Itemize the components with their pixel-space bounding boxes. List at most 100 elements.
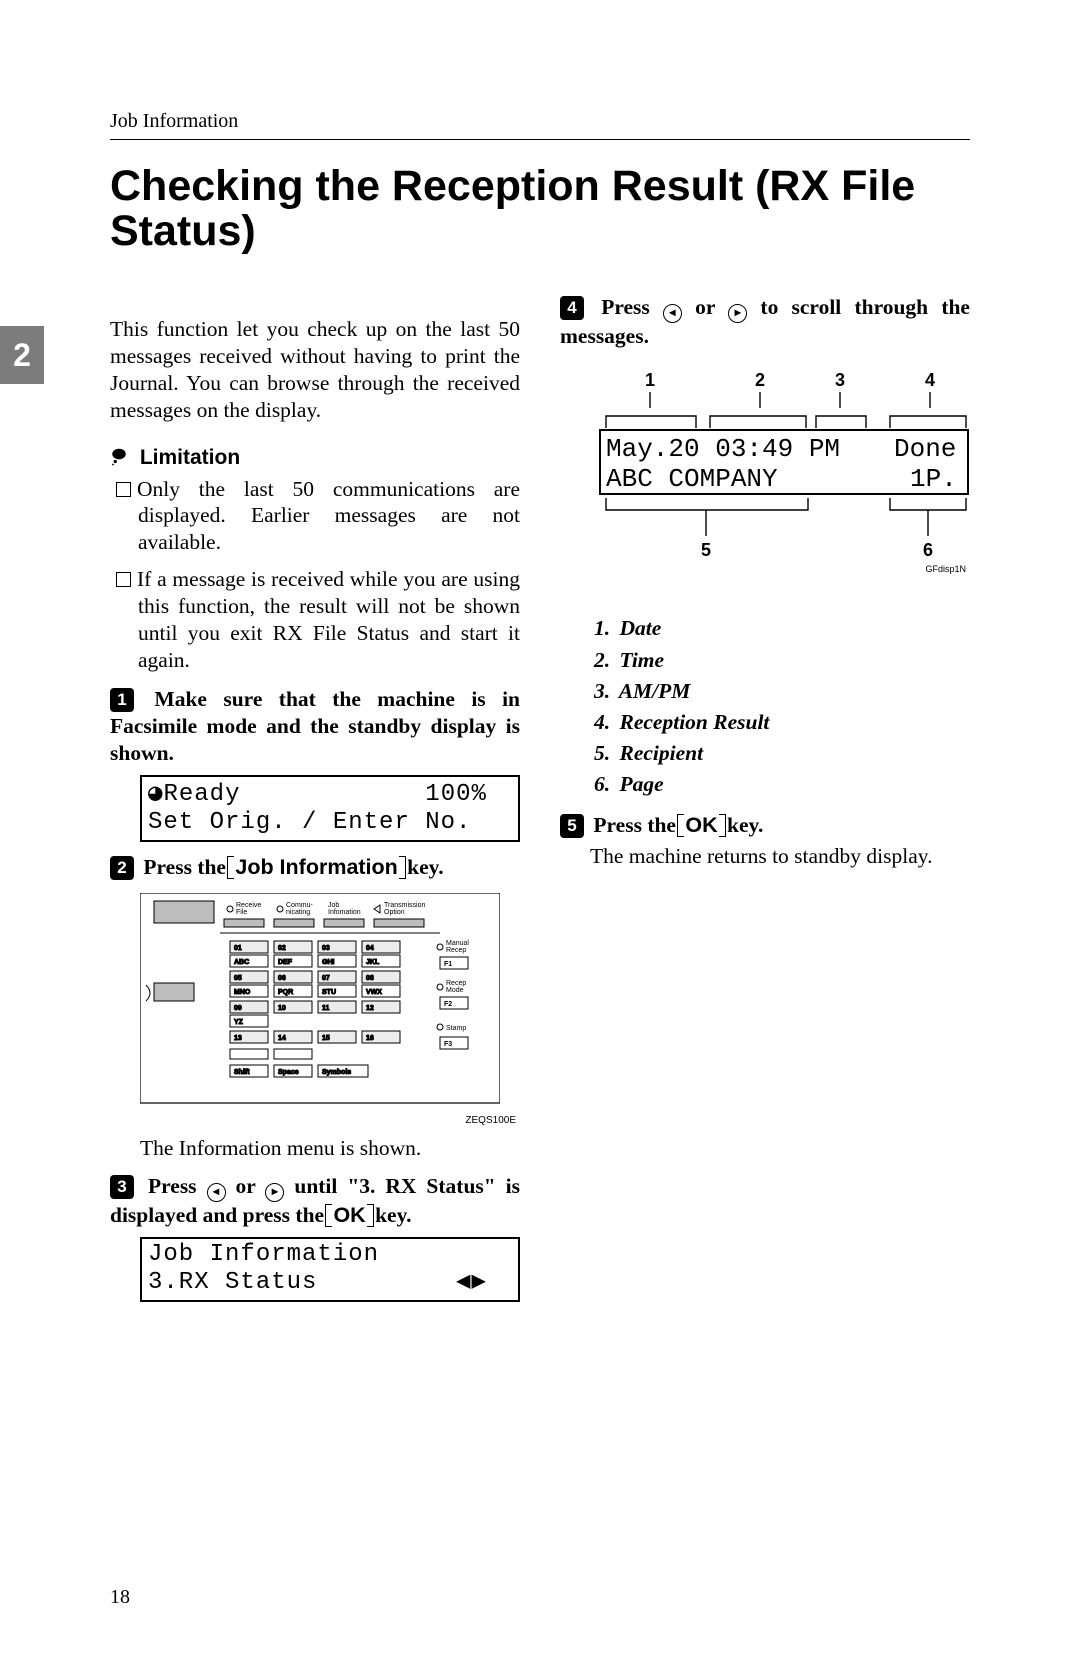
- svg-text:1P.: 1P.: [910, 464, 957, 494]
- svg-text:03: 03: [322, 945, 330, 952]
- left-column: This function let you check up on the la…: [110, 294, 520, 1310]
- step-5: 5 Press the OK key. The machine returns …: [560, 812, 970, 870]
- svg-text:Receive: Receive: [236, 902, 261, 909]
- thought-bubble-icon: [110, 448, 128, 466]
- svg-text:Job: Job: [328, 902, 339, 909]
- right-column: 4 Press ◂ or ▸ to scroll through the mes…: [560, 294, 970, 1310]
- limitation-item: If a message is received while you are u…: [110, 566, 520, 674]
- callout-item: 5. Recipient: [594, 738, 970, 769]
- svg-text:Mode: Mode: [446, 987, 464, 994]
- step-number-badge: 3: [110, 1175, 134, 1199]
- svg-text:GFdisp1N: GFdisp1N: [925, 564, 966, 574]
- callout-label: Date: [620, 616, 662, 640]
- svg-text:GHI: GHI: [322, 959, 335, 966]
- step-4-mid: or: [682, 295, 728, 319]
- svg-text:F2: F2: [444, 1001, 452, 1008]
- svg-text:08: 08: [366, 975, 374, 982]
- bullet-box-icon: [116, 482, 131, 497]
- after-panel-text: The Information menu is shown.: [140, 1136, 520, 1161]
- svg-text:14: 14: [278, 1035, 286, 1042]
- page-title: Checking the Reception Result (RX File S…: [110, 164, 970, 254]
- svg-text:15: 15: [322, 1035, 330, 1042]
- step-3: 3 Press ◂ or ▸ until "3. RX Status" is d…: [110, 1173, 520, 1302]
- svg-text:Space: Space: [278, 1069, 299, 1076]
- lcd-prompt: Set Orig. / Enter No.: [148, 809, 471, 836]
- svg-text:nicating: nicating: [286, 909, 310, 916]
- svg-text:09: 09: [234, 1005, 242, 1012]
- callout-item: 2. Time: [594, 645, 970, 676]
- svg-text:DEF: DEF: [278, 959, 293, 966]
- callout-label: Reception Result: [620, 710, 770, 734]
- svg-text:13: 13: [234, 1035, 242, 1042]
- step-5-prefix: Press the: [593, 813, 681, 837]
- step-5-suffix: key.: [722, 813, 764, 837]
- limitation-list: Only the last 50 communications are disp…: [110, 476, 520, 674]
- bullet-box-icon: [116, 572, 131, 587]
- step-2-prefix: Press the: [143, 855, 231, 879]
- rx-display-figure: 1 2 3 4: [590, 368, 970, 603]
- right-arrow-icon: ▸: [265, 1183, 284, 1202]
- running-head: Job Information: [110, 110, 970, 133]
- lcd-percent: 100%: [425, 781, 487, 808]
- svg-text:Shift: Shift: [234, 1069, 250, 1076]
- svg-text:YZ: YZ: [234, 1019, 244, 1026]
- limitation-label: Limitation: [140, 446, 240, 469]
- svg-text:05: 05: [234, 975, 242, 982]
- svg-text:Symbols: Symbols: [322, 1069, 351, 1076]
- svg-text:Infomation: Infomation: [328, 909, 361, 916]
- step-number-badge: 4: [560, 296, 584, 320]
- step-1-text: Make sure that the machine is in Facsimi…: [110, 687, 520, 765]
- callout-item: 3. AM/PM: [594, 676, 970, 707]
- svg-text:Recep: Recep: [446, 980, 466, 987]
- step-3-part1: Press: [148, 1174, 207, 1198]
- control-panel-figure: ReceiveFile Commu-nicating JobInfomation: [140, 893, 520, 1126]
- step-2: 2 Press the Job Information key. Receive…: [110, 854, 520, 1161]
- step-3-suffix: key.: [370, 1203, 412, 1227]
- svg-text:06: 06: [278, 975, 286, 982]
- callout-list: 1. Date 2. Time 3. AM/PM 4. Reception Re…: [590, 613, 970, 800]
- svg-text:ABC: ABC: [234, 959, 249, 966]
- step-1: 1 Make sure that the machine is in Facsi…: [110, 686, 520, 842]
- figure-code: ZEQS100E: [140, 1115, 516, 1126]
- job-information-key: Job Information: [231, 854, 401, 881]
- lcd-line1: Job Information: [148, 1241, 379, 1268]
- limitation-text: If a message is received while you are u…: [137, 567, 520, 672]
- svg-text:16: 16: [366, 1035, 374, 1042]
- left-arrow-icon: ◂: [207, 1183, 226, 1202]
- header-rule: [110, 139, 970, 140]
- section-tab: 2: [0, 326, 44, 384]
- step-5-body: The machine returns to standby display.: [590, 843, 970, 870]
- step-number-badge: 2: [110, 856, 134, 880]
- step-4-part1: Press: [601, 295, 663, 319]
- svg-text:STU: STU: [322, 989, 336, 996]
- lcd-ready-display: ◕Ready 100% Set Orig. / Enter No.: [140, 775, 520, 842]
- svg-text:MNO: MNO: [234, 989, 251, 996]
- callout-item: 6. Page: [594, 769, 970, 800]
- svg-text:5: 5: [701, 540, 711, 560]
- step-4: 4 Press ◂ or ▸ to scroll through the mes…: [560, 294, 970, 800]
- limitation-heading: Limitation: [110, 446, 520, 470]
- callout-label: Page: [620, 772, 664, 796]
- step-number-badge: 5: [560, 814, 584, 838]
- svg-text:4: 4: [925, 370, 935, 390]
- svg-text:07: 07: [322, 975, 330, 982]
- right-arrow-icon: ▸: [728, 304, 747, 323]
- svg-text:Stamp: Stamp: [446, 1025, 466, 1032]
- callout-label: AM/PM: [619, 679, 691, 703]
- svg-text:Commu-: Commu-: [286, 902, 314, 909]
- svg-text:Transmission: Transmission: [384, 902, 425, 909]
- lcd-job-info-display: Job Information 3.RX Status ◀▶: [140, 1237, 520, 1302]
- lcd-line2: 3.RX Status: [148, 1269, 317, 1296]
- svg-text:F1: F1: [444, 961, 452, 968]
- callout-label: Recipient: [620, 741, 704, 765]
- limitation-text: Only the last 50 communications are disp…: [137, 477, 520, 555]
- svg-text:10: 10: [278, 1005, 286, 1012]
- callout-item: 1. Date: [594, 613, 970, 644]
- svg-text:02: 02: [278, 945, 286, 952]
- step-number-badge: 1: [110, 688, 134, 712]
- svg-text:6: 6: [923, 540, 933, 560]
- svg-text:VWX: VWX: [366, 989, 382, 996]
- intro-paragraph: This function let you check up on the la…: [110, 316, 520, 424]
- svg-text:11: 11: [322, 1005, 330, 1012]
- lcd-ready-label: Ready: [163, 781, 240, 808]
